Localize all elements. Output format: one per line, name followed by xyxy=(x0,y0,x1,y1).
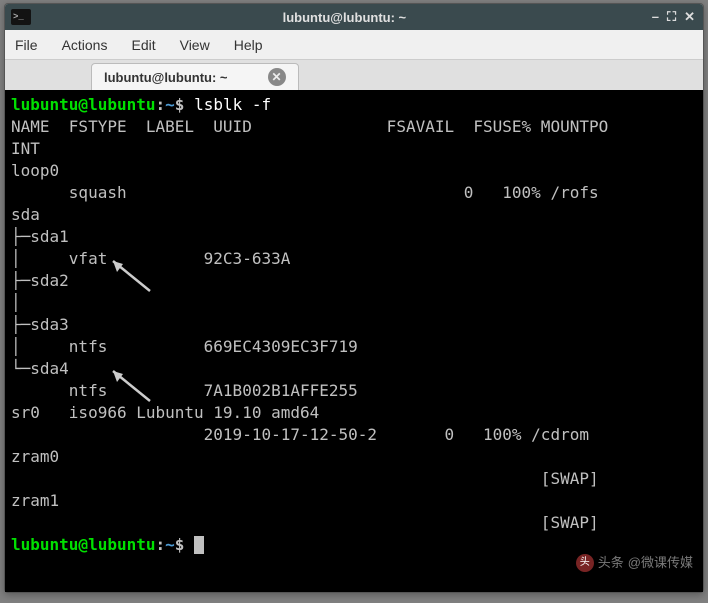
menu-actions[interactable]: Actions xyxy=(62,37,108,53)
menu-view[interactable]: View xyxy=(180,37,210,53)
row-sda4-line: ntfs 7A1B002B1AFFE255 xyxy=(11,381,358,400)
row-sda1-line: │ vfat 92C3-633A xyxy=(11,249,290,268)
menu-help[interactable]: Help xyxy=(234,37,263,53)
row-sda4: └─sda4 xyxy=(11,359,69,378)
row-sda2: ├─sda2 xyxy=(11,271,69,290)
row-loop0-line: squash 0 100% /rofs xyxy=(11,183,599,202)
window-controls: – ⛶ ✕ xyxy=(652,9,703,25)
row-sda1: ├─sda1 xyxy=(11,227,69,246)
menu-file[interactable]: File xyxy=(15,37,38,53)
watermark: 头 头条 @微课传媒 xyxy=(576,552,693,574)
terminal-window: >_ lubuntu@lubuntu: ~ – ⛶ ✕ File Actions… xyxy=(4,3,704,593)
row-sda3: ├─sda3 xyxy=(11,315,69,334)
row-zram0-line: [SWAP] xyxy=(11,469,599,488)
row-sda3-line: │ ntfs 669EC4309EC3F719 xyxy=(11,337,358,356)
menu-edit[interactable]: Edit xyxy=(131,37,155,53)
prompt2-colon: : xyxy=(156,535,166,554)
close-button[interactable]: ✕ xyxy=(684,9,695,25)
window-title: lubuntu@lubuntu: ~ xyxy=(37,10,652,25)
row-loop0: loop0 xyxy=(11,161,59,180)
prompt-userhost: lubuntu@lubuntu xyxy=(11,95,156,114)
prompt2-userhost: lubuntu@lubuntu xyxy=(11,535,156,554)
row-sr0-line: 2019-10-17-12-50-2 0 100% /cdrom xyxy=(11,425,589,444)
command-text: lsblk -f xyxy=(194,95,271,114)
app-icon: >_ xyxy=(11,9,31,25)
titlebar[interactable]: >_ lubuntu@lubuntu: ~ – ⛶ ✕ xyxy=(5,4,703,30)
menubar: File Actions Edit View Help xyxy=(5,30,703,60)
output-header: NAME FSTYPE LABEL UUID FSAVAIL FSUSE% MO… xyxy=(11,117,608,158)
row-zram0: zram0 xyxy=(11,447,59,466)
row-zram1: zram1 xyxy=(11,491,59,510)
row-sda2-blank: │ xyxy=(11,293,21,312)
tab-terminal[interactable]: lubuntu@lubuntu: ~ ✕ xyxy=(91,63,299,90)
cursor xyxy=(194,536,204,554)
tabbar: lubuntu@lubuntu: ~ ✕ xyxy=(5,60,703,90)
prompt-path: ~ xyxy=(165,95,175,114)
prompt-sign: $ xyxy=(175,95,185,114)
watermark-logo-icon: 头 xyxy=(576,554,594,572)
prompt2-path: ~ xyxy=(165,535,175,554)
terminal-body[interactable]: lubuntu@lubuntu:~$ lsblk -f NAME FSTYPE … xyxy=(5,90,703,592)
minimize-button[interactable]: – xyxy=(652,9,659,25)
row-zram1-line: [SWAP] xyxy=(11,513,599,532)
row-sr0: sr0 iso966 Lubuntu 19.10 amd64 xyxy=(11,403,319,422)
tab-close-icon[interactable]: ✕ xyxy=(268,68,286,86)
row-sda: sda xyxy=(11,205,40,224)
watermark-text: @微课传媒 xyxy=(628,552,693,574)
prompt-colon: : xyxy=(156,95,166,114)
tab-label: lubuntu@lubuntu: ~ xyxy=(104,70,228,85)
prompt2-sign: $ xyxy=(175,535,185,554)
maximize-button[interactable]: ⛶ xyxy=(667,9,676,25)
watermark-prefix: 头条 xyxy=(598,552,624,574)
